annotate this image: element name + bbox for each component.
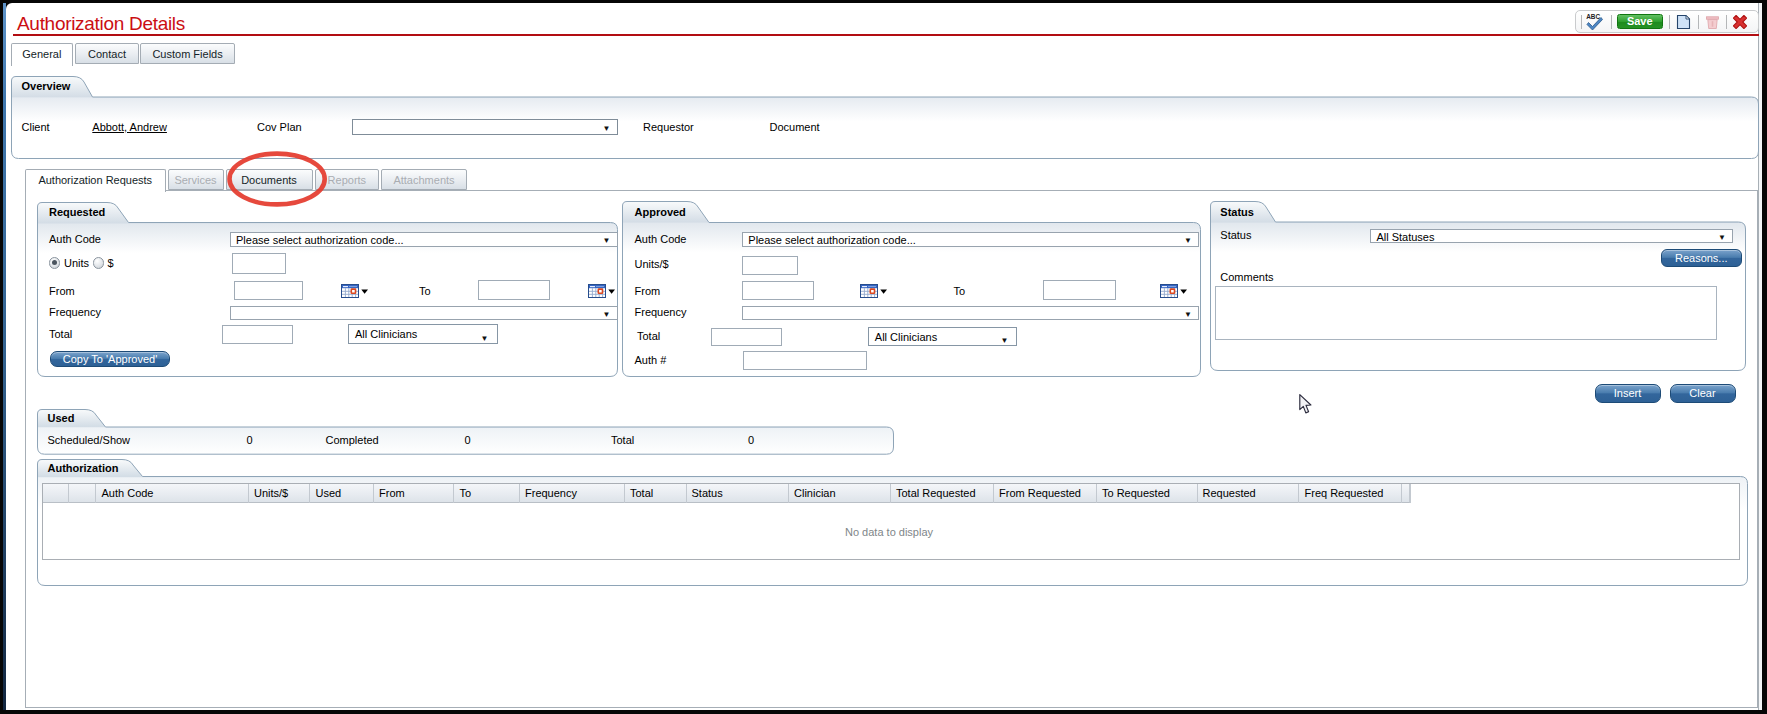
svg-text:ABC: ABC <box>1586 13 1600 20</box>
